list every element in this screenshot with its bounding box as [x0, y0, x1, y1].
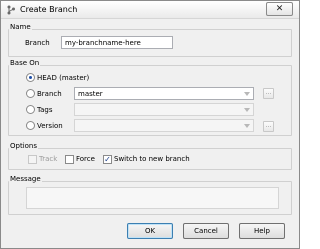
track-checkbox[interactable]: [28, 155, 37, 164]
base-on-label: Base On: [9, 59, 41, 67]
head-radio[interactable]: [26, 73, 35, 82]
version-select[interactable]: [74, 119, 254, 132]
name-group-label: Name: [9, 23, 32, 31]
git-branch-icon: [7, 5, 15, 15]
branch-select[interactable]: master: [74, 87, 254, 100]
tags-radio[interactable]: [26, 105, 35, 114]
checkmark-icon: ✓: [104, 155, 111, 164]
ok-button[interactable]: OK: [127, 223, 173, 239]
options-label: Options: [9, 142, 39, 150]
window-title: Create Branch: [20, 5, 78, 14]
create-branch-dialog: Create Branch ✕ Name Branch my-branchnam…: [0, 0, 300, 249]
message-textarea[interactable]: [26, 187, 279, 209]
branch-name-input[interactable]: my-branchname-here: [61, 36, 173, 49]
close-button[interactable]: ✕: [266, 2, 293, 16]
branch-select-value: master: [78, 90, 103, 98]
tags-select[interactable]: [74, 103, 254, 116]
title-bar: Create Branch ✕: [1, 1, 299, 19]
close-icon: ✕: [275, 4, 284, 14]
cancel-button[interactable]: Cancel: [183, 223, 229, 239]
head-radio-label: HEAD (master): [37, 74, 90, 82]
version-radio[interactable]: [26, 121, 35, 130]
tags-radio-label: Tags: [37, 106, 53, 114]
track-label: Track: [39, 155, 58, 163]
help-button[interactable]: Help: [239, 223, 285, 239]
switch-to-branch-checkbox[interactable]: ✓: [103, 155, 112, 164]
branch-radio[interactable]: [26, 89, 35, 98]
chevron-down-icon: [244, 124, 250, 128]
message-label: Message: [9, 175, 42, 183]
force-checkbox[interactable]: [65, 155, 74, 164]
version-radio-label: Version: [37, 122, 63, 130]
version-browse-button[interactable]: ...: [263, 121, 274, 132]
branch-name-label: Branch: [25, 39, 50, 47]
chevron-down-icon: [244, 108, 250, 112]
chevron-down-icon: [244, 92, 250, 96]
switch-to-branch-label: Switch to new branch: [114, 155, 190, 163]
branch-browse-button[interactable]: ...: [263, 88, 274, 99]
branch-radio-label: Branch: [37, 90, 62, 98]
force-label: Force: [76, 155, 95, 163]
